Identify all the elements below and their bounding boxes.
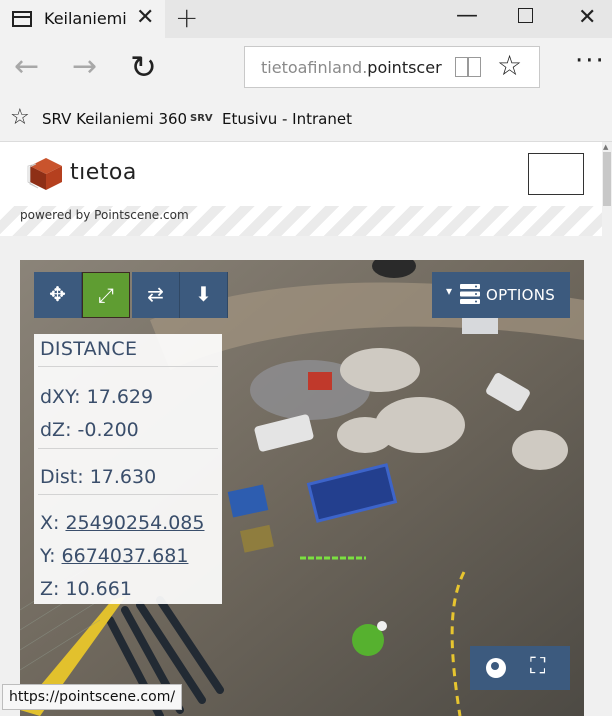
- x-coordinate-link[interactable]: 25490254.085: [65, 512, 204, 534]
- tab-close-icon[interactable]: ✕: [136, 6, 154, 30]
- new-tab-button[interactable]: +: [175, 3, 198, 33]
- download-tool-button[interactable]: ⬇: [180, 272, 228, 318]
- more-menu-button[interactable]: ···: [575, 46, 606, 76]
- panel-divider: [38, 366, 218, 367]
- window-close-button[interactable]: ✕: [578, 4, 596, 32]
- measure-distance-tool-button[interactable]: ⤢: [82, 272, 130, 318]
- scroll-up-arrow-icon[interactable]: ▲: [603, 143, 608, 151]
- favorite-link-srv-keilaniemi[interactable]: SRV Keilaniemi 360: [42, 110, 187, 128]
- scrollbar-thumb[interactable]: [603, 152, 611, 206]
- server-stack-icon: [460, 284, 480, 304]
- browser-tab[interactable]: Keilaniemi ✕: [0, 0, 165, 38]
- vertical-scrollbar[interactable]: [602, 142, 612, 716]
- dz-value: dZ: -0.200: [40, 419, 139, 441]
- panel-title: DISTANCE: [40, 338, 138, 360]
- srv-favicon: SRV: [190, 113, 213, 124]
- web-page: tıetoa powered by Pointscene.com ✥ ⤢ ⇄ ⬇…: [0, 142, 602, 716]
- map-controls: ⛶: [470, 646, 570, 690]
- forward-button[interactable]: →: [72, 52, 97, 82]
- options-label: OPTIONS: [486, 286, 556, 304]
- diagonal-arrows-icon: ⤢: [98, 283, 114, 307]
- site-menu-button[interactable]: [528, 153, 584, 195]
- maximize-button[interactable]: [518, 8, 533, 23]
- tab-page-icon: [12, 11, 32, 27]
- status-bar-link-preview: https://pointscene.com/: [2, 684, 183, 710]
- y-coordinate: Y: 6674037.681: [40, 545, 189, 567]
- y-coordinate-link[interactable]: 6674037.681: [62, 545, 189, 567]
- refresh-button[interactable]: ↻: [130, 51, 157, 83]
- move-icon: ✥: [49, 282, 66, 306]
- x-coordinate: X: 25490254.085: [40, 512, 205, 534]
- powered-by-text: powered by Pointscene.com: [20, 208, 189, 222]
- dist-value: Dist: 17.630: [40, 466, 157, 488]
- site-header: tıetoa: [0, 142, 602, 206]
- favorite-star-icon[interactable]: ☆: [497, 50, 522, 82]
- site-logo-text[interactable]: tıetoa: [70, 160, 137, 185]
- globe-icon[interactable]: [486, 658, 506, 678]
- dropdown-arrow-icon: ▾: [446, 284, 453, 298]
- reading-view-icon[interactable]: [455, 57, 481, 77]
- fullscreen-icon[interactable]: ⛶: [530, 654, 545, 680]
- tab-title: Keilaniemi: [44, 9, 127, 28]
- z-coordinate: Z: 10.661: [40, 578, 132, 600]
- panel-divider: [38, 494, 218, 495]
- options-button[interactable]: ▾ OPTIONS: [432, 272, 570, 318]
- pointcloud-viewer[interactable]: ✥ ⤢ ⇄ ⬇ ▾ OPTIONS DISTANCE dXY: 17.629 d…: [20, 260, 584, 716]
- download-icon: ⬇: [195, 282, 212, 306]
- address-bar[interactable]: tietoafinland.pointscer ☆: [244, 46, 540, 88]
- url-text[interactable]: tietoafinland.pointscer: [261, 58, 442, 77]
- favorite-link-intranet[interactable]: Etusivu - Intranet: [222, 110, 352, 128]
- back-button[interactable]: ←: [14, 52, 39, 82]
- rotate-icon: ⇄: [147, 282, 164, 306]
- panel-divider: [38, 448, 218, 449]
- tietoa-cube-logo-icon: [27, 158, 62, 190]
- distance-measurement-panel: DISTANCE dXY: 17.629 dZ: -0.200 Dist: 17…: [34, 334, 222, 604]
- move-tool-button[interactable]: ✥: [34, 272, 82, 318]
- minimize-button[interactable]: —: [456, 2, 478, 30]
- star-outline-icon: ☆: [10, 105, 30, 130]
- title-bar: Keilaniemi ✕ + — ✕: [0, 0, 612, 38]
- dxy-value: dXY: 17.629: [40, 386, 154, 408]
- rotate-tool-button[interactable]: ⇄: [132, 272, 180, 318]
- favorites-bar: ☆ SRV Keilaniemi 360 SRV Etusivu - Intra…: [0, 96, 612, 142]
- navigation-bar: ← → ↻ tietoafinland.pointscer ☆ ···: [0, 38, 612, 96]
